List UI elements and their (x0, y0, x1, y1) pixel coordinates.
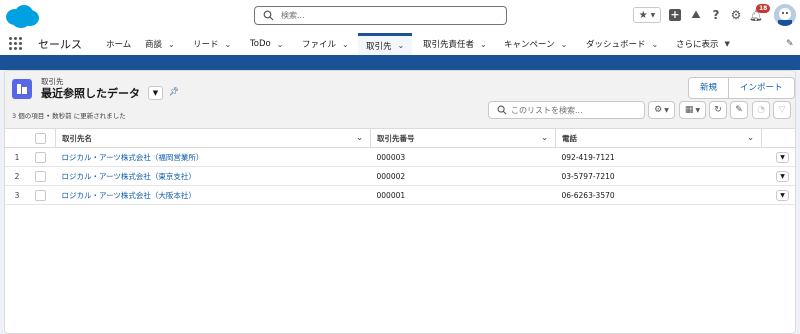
list-settings-gear-icon[interactable]: ⚙ ▼ (648, 101, 675, 119)
salesforce-logo-icon[interactable] (4, 4, 40, 29)
account-object-icon (12, 79, 32, 99)
global-actions-plus-icon[interactable]: + (668, 7, 682, 23)
chart-icon[interactable]: ◔ (752, 101, 770, 119)
nav-item-dashboards[interactable]: ダッシュボード ⌄ (586, 33, 658, 55)
caret-down-icon[interactable]: ▼ (725, 40, 730, 48)
list-view-header: 取引先 最近参照したデータ ▼ 📌︎ 新規 インポート 3 個の項目 • 数秒前… (5, 71, 795, 129)
chevron-down-icon[interactable]: ⌄ (480, 40, 487, 49)
nav-item-opportunities[interactable]: 商談 ⌄ (145, 33, 175, 55)
table-row: 1 ロジカル・アーツ株式会社（福岡営業所） 000003 092-419-712… (5, 147, 795, 167)
global-search-input[interactable]: 検索... (254, 6, 507, 25)
chevron-down-icon[interactable]: ⌄ (342, 40, 349, 49)
row-number: 2 (5, 166, 29, 186)
import-button[interactable]: インポート (728, 78, 794, 98)
notification-badge: 18 (756, 4, 771, 13)
nav-item-leads[interactable]: リード ⌄ (193, 33, 231, 55)
row-checkbox[interactable] (35, 151, 46, 163)
phone-cell: 03-5797-7210 (555, 166, 762, 186)
column-header-account-name[interactable]: 取引先名 ⌄ (55, 129, 371, 148)
row-number: 3 (5, 185, 29, 205)
chevron-down-icon[interactable]: ⌄ (277, 40, 284, 49)
phone-cell: 092-419-7121 (555, 147, 762, 167)
account-name-link[interactable]: ロジカル・アーツ株式会社（大阪本社） (62, 191, 196, 200)
app-name: セールス (38, 38, 82, 51)
phone-cell: 06-6263-3570 (555, 185, 762, 205)
chevron-down-icon[interactable]: ⌄ (225, 40, 232, 49)
column-header-account-number[interactable]: 取引先番号 ⌄ (370, 129, 556, 148)
search-icon (497, 105, 507, 115)
nav-item-files[interactable]: ファイル ⌄ (302, 33, 349, 55)
table-row: 2 ロジカル・アーツ株式会社（東京支社） 000002 03-5797-7210… (5, 166, 795, 186)
account-number-cell: 000001 (370, 185, 556, 205)
row-checkbox[interactable] (35, 170, 46, 182)
list-view-name[interactable]: 最近参照したデータ (41, 85, 140, 101)
account-name-link[interactable]: ロジカル・アーツ株式会社（東京支社） (62, 172, 196, 181)
user-avatar-icon (774, 4, 796, 26)
edit-nav-pencil-icon[interactable]: ✎ (786, 33, 794, 55)
list-search-placeholder: このリストを検索... (511, 106, 583, 115)
brand-strip (0, 58, 800, 70)
chevron-down-icon[interactable]: ⌄ (561, 40, 568, 49)
search-icon (263, 10, 274, 21)
caret-down-icon: ▼ (152, 89, 159, 97)
gear-icon[interactable]: ⚙ (729, 7, 743, 23)
pin-icon[interactable]: 📌︎ (168, 86, 180, 98)
app-launcher-icon[interactable] (9, 37, 22, 50)
refresh-icon[interactable]: ↻ (709, 101, 727, 119)
global-header: 検索... ★ ▼ + ⛰ ? ⚙ 🔔︎ 18 (0, 0, 800, 33)
nav-item-more[interactable]: さらに表示 ▼ (676, 33, 730, 55)
chevron-down-icon[interactable]: ⌄ (652, 40, 659, 49)
row-actions-dropdown-icon[interactable]: ▼ (776, 189, 789, 201)
nav-item-contacts[interactable]: 取引先責任者 ⌄ (423, 33, 487, 55)
account-number-cell: 000002 (370, 166, 556, 186)
row-actions-dropdown-icon[interactable]: ▼ (776, 170, 789, 182)
avatar[interactable] (774, 4, 796, 26)
row-actions-dropdown-icon[interactable]: ▼ (776, 151, 789, 163)
chevron-down-icon[interactable]: ⌄ (168, 40, 175, 49)
table-header-row: 取引先名 ⌄ 取引先番号 ⌄ 電話 ⌄ (5, 129, 795, 148)
app-nav-bar: セールス ホーム 商談 ⌄ リード ⌄ ToDo ⌄ ファイル ⌄ 取引先 ⌄ 取引先責任… (0, 33, 800, 58)
nav-item-todo[interactable]: ToDo ⌄ (250, 33, 283, 55)
new-button[interactable]: 新規 (689, 78, 728, 98)
column-header-phone[interactable]: 電話 ⌄ (555, 129, 762, 148)
help-icon[interactable]: ? (709, 7, 723, 23)
list-meta-text: 3 個の項目 • 数秒前 に更新されました (12, 112, 126, 120)
table-row: 3 ロジカル・アーツ株式会社（大阪本社） 000001 06-6263-3570… (5, 185, 795, 205)
account-number-cell: 000003 (370, 147, 556, 167)
edit-pencil-icon[interactable]: ✎ (730, 101, 748, 119)
chevron-down-icon[interactable]: ⌄ (398, 41, 405, 50)
account-name-link[interactable]: ロジカル・アーツ株式会社（福岡営業所） (62, 153, 204, 162)
accounts-table: 取引先名 ⌄ 取引先番号 ⌄ 電話 ⌄ 1 ロジカル・アーツ株式会社（福岡営業所） 0… (5, 129, 795, 205)
nav-item-accounts[interactable]: 取引先 ⌄ (358, 33, 413, 55)
filter-icon[interactable]: ▽ (773, 101, 791, 119)
nav-item-home[interactable]: ホーム (106, 33, 131, 55)
favorites-star-icon[interactable]: ★ ▼ (633, 7, 661, 23)
list-view-card: 取引先 最近参照したデータ ▼ 📌︎ 新規 インポート 3 個の項目 • 数秒前… (4, 70, 796, 334)
list-search-input[interactable]: このリストを検索... (488, 101, 645, 119)
chevron-down-icon[interactable]: ⌄ (747, 133, 754, 142)
select-all-checkbox-cell (29, 129, 56, 148)
search-placeholder: 検索... (281, 11, 305, 20)
display-as-table-icon[interactable]: ▦ ▼ (679, 101, 706, 119)
chevron-down-icon[interactable]: ⌄ (541, 133, 548, 142)
nav-item-campaigns[interactable]: キャンペーン ⌄ (504, 33, 567, 55)
list-view-picker-button[interactable]: ▼ (148, 86, 163, 100)
list-view-actions: 新規 インポート (688, 77, 795, 99)
row-checkbox[interactable] (35, 189, 46, 201)
chevron-down-icon[interactable]: ⌄ (356, 133, 363, 142)
trailhead-icon[interactable]: ⛰ (689, 7, 703, 23)
row-number: 1 (5, 147, 29, 167)
select-all-checkbox[interactable] (35, 132, 46, 144)
